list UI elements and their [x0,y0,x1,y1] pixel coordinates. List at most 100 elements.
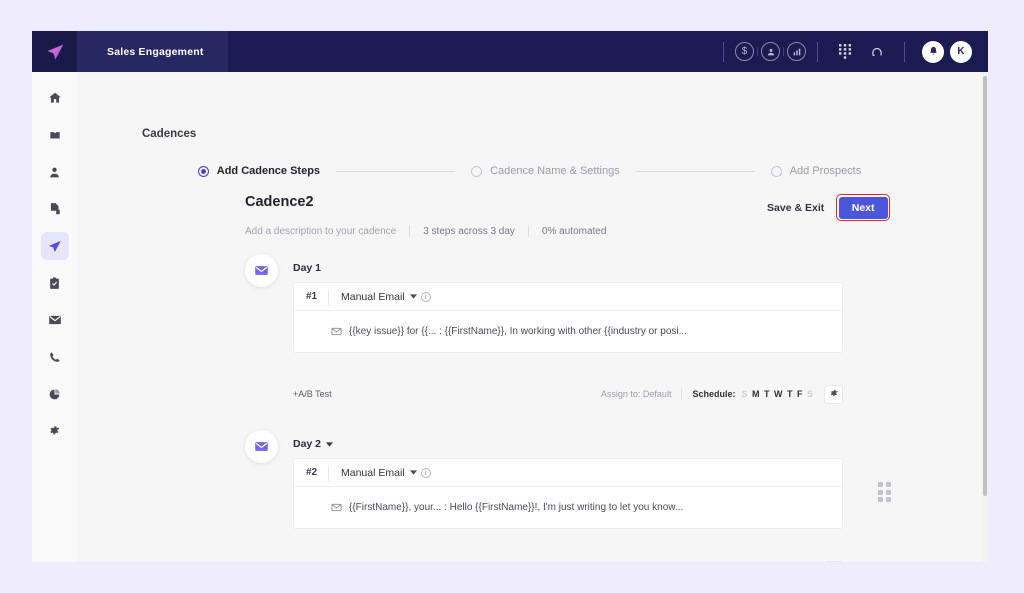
step-card-header-2: #2 Manual Email i [294,459,842,487]
step-indicator-icon [471,166,482,177]
step-type-label: Manual Email [341,467,405,479]
step-label: Cadence Name & Settings [490,165,620,177]
top-navbar: Sales Engagement $ [32,31,988,72]
screenshot-root: Sales Engagement $ [0,0,1024,593]
navbar-divider-3 [904,42,905,62]
app-window: Sales Engagement $ [32,31,988,562]
email-step-badge-icon [245,430,278,463]
next-button[interactable]: Next [839,197,888,219]
sidebar-item-documents[interactable] [41,195,69,223]
drag-handle-icon[interactable] [878,482,894,502]
chevron-down-icon [326,442,333,447]
sidebar-item-calls[interactable] [41,343,69,371]
scrollbar-thumb[interactable] [983,76,987,496]
envelope-icon [331,502,342,513]
automation-summary: 0% automated [542,226,607,237]
step-card-2: #2 Manual Email i {{FirstName}}, your...… [293,458,843,529]
day-header-2[interactable]: Day 2 [293,438,333,450]
step-card-header-1: #1 Manual Email i [294,283,842,311]
footer-divider-1 [681,388,682,400]
meta-divider-1 [409,225,410,237]
sidebar-item-settings[interactable] [41,417,69,445]
steps-summary: 3 steps across 3 day [423,226,515,237]
header-divider [328,289,329,305]
header-actions: Save & Exit Next [765,194,890,221]
schedule-day[interactable]: W [774,389,783,399]
step-footer-1: +A/B Test Assign to: Default Schedule: S… [293,383,843,405]
schedule-day[interactable]: T [764,389,770,399]
step-type-dropdown[interactable]: Manual Email [341,467,417,479]
brand-label: Sales Engagement [77,31,228,72]
chart-circle-icon[interactable] [787,42,806,61]
step-number: #1 [306,291,328,302]
notification-bell-icon[interactable] [922,41,944,63]
sidebar-item-tasks[interactable] [41,269,69,297]
day-block-1: Day 1 #1 Manual Email i {{key is [245,254,890,404]
day-header-1[interactable]: Day 1 [293,262,321,274]
sidebar-item-inbox[interactable] [41,121,69,149]
ab-test-link[interactable]: +A/B Test [293,389,332,399]
schedule-day[interactable]: F [797,389,803,399]
step-add-prospects[interactable]: Add Prospects [771,165,862,177]
navbar-divider-2 [817,42,818,62]
step-type-dropdown[interactable]: Manual Email [341,291,417,303]
step-card-body-2[interactable]: {{FirstName}}, your... : Hello {{FirstNa… [294,487,842,528]
header-divider [328,465,329,481]
sidebar-item-reports[interactable] [41,380,69,408]
chevron-down-icon [410,470,417,475]
step-footer-2: +A/B Test Assign to: Default Schedule: S… [293,559,843,562]
meta-divider-2 [528,225,529,237]
navbar-divider-dot-2 [783,47,784,56]
step-type-label: Manual Email [341,291,405,303]
sidebar [32,72,77,562]
gear-icon[interactable] [824,385,843,404]
sidebar-item-cadences[interactable] [41,232,69,260]
email-step-badge-icon [245,254,278,287]
navbar-divider-1 [723,42,724,62]
step-label: Add Cadence Steps [217,165,320,177]
step-indicator-icon [771,166,782,177]
dollar-circle-icon[interactable]: $ [735,42,754,61]
step-indicator-icon [198,166,209,177]
schedule-day[interactable]: M [752,389,760,399]
email-preview-text: {{FirstName}}, your... : Hello {{FirstNa… [349,502,683,513]
step-cadence-name-settings[interactable]: Cadence Name & Settings [471,165,620,177]
envelope-icon [331,326,342,337]
step-add-cadence-steps[interactable]: Add Cadence Steps [198,165,320,177]
sidebar-item-people[interactable] [41,158,69,186]
breadcrumb[interactable]: Cadences [142,128,196,140]
day-label: Day 1 [293,262,321,274]
description-placeholder[interactable]: Add a description to your cadence [245,226,396,237]
navbar-actions: $ [712,41,988,63]
footer-right-1: Assign to: Default Schedule: S M T W T F… [601,385,843,404]
schedule-day[interactable]: S [741,389,747,399]
info-icon[interactable]: i [421,292,431,302]
dialpad-icon[interactable] [834,41,856,63]
save-and-exit-button[interactable]: Save & Exit [765,196,826,220]
footer-right-2: Assign to: Default Schedule: S M T W T F… [601,561,843,563]
headset-icon[interactable] [866,41,888,63]
navbar-divider-dot-1 [757,47,758,56]
scrollbar-track[interactable] [982,72,988,562]
paper-plane-logo[interactable] [32,31,77,72]
step-card-1: #1 Manual Email i {{key issue}} for {{..… [293,282,843,353]
schedule-day[interactable]: S [807,389,813,399]
info-icon[interactable]: i [421,468,431,478]
assign-to[interactable]: Assign to: Default [601,389,672,399]
schedule-day[interactable]: T [787,389,793,399]
main-content: Cadences Add Cadence Steps Cadence Name … [77,72,988,562]
step-card-body-1[interactable]: {{key issue}} for {{... : {{FirstName}},… [294,311,842,352]
sidebar-item-home[interactable] [41,84,69,112]
schedule-days-1[interactable]: S M T W T F S [741,389,813,399]
avatar[interactable]: K [950,41,972,63]
page-title[interactable]: Cadence2 [245,194,314,210]
day-label: Day 2 [293,438,321,450]
stepper-connector-2 [636,171,755,172]
sidebar-item-emails[interactable] [41,306,69,334]
gear-icon[interactable] [824,561,843,563]
person-circle-icon[interactable] [761,42,780,61]
next-button-highlight: Next [836,194,890,221]
chevron-down-icon [410,294,417,299]
assign-value: Default [643,389,672,399]
cadence-meta: Add a description to your cadence 3 step… [245,225,606,237]
